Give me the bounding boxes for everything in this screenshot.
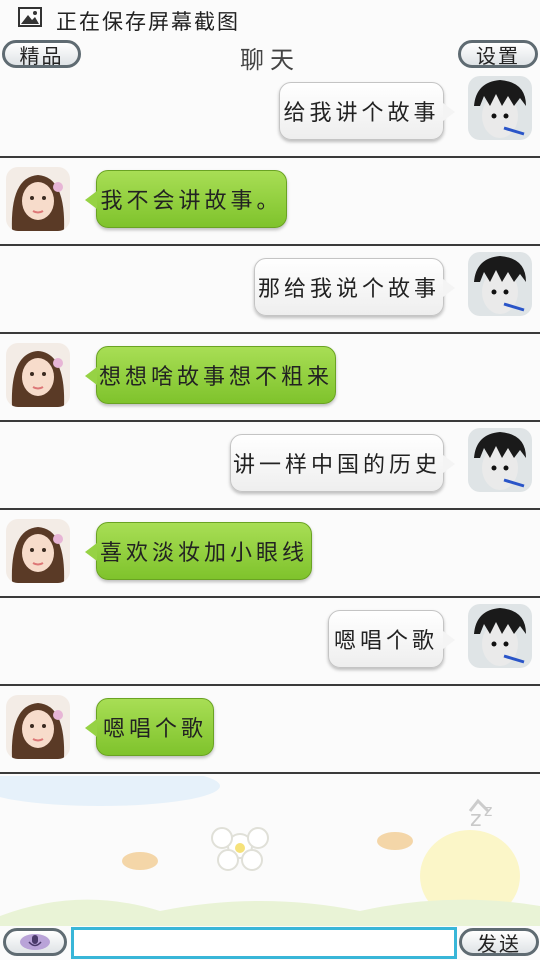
message-row: 想想啥故事想不粗来 [0,334,540,422]
voice-button[interactable] [3,928,67,956]
bot-message-bubble[interactable]: 我不会讲故事。 [85,170,287,228]
settings-button[interactable]: 设置 [458,40,538,68]
bot-avatar[interactable] [6,167,70,231]
message-row: 喜欢淡妆加小眼线 [0,510,540,598]
bot-message-bubble[interactable]: 想想啥故事想不粗来 [85,346,336,404]
svg-text:z: z [484,801,492,820]
status-text: 正在保存屏幕截图 [56,10,240,34]
bot-avatar[interactable] [6,695,70,759]
user-avatar[interactable] [468,76,532,140]
user-message-bubble[interactable]: 给我讲个故事 [279,82,455,140]
bot-avatar[interactable] [6,519,70,583]
microphone-icon [20,934,50,950]
bot-avatar[interactable] [6,343,70,407]
user-message-bubble[interactable]: 那给我说个故事 [254,258,455,316]
send-button[interactable]: 发送 [459,928,539,956]
message-row: 嗯唱个歌 [0,598,540,686]
status-bar: 正在保存屏幕截图 [0,0,540,38]
message-row: 我不会讲故事。 [0,158,540,246]
svg-text:z: z [470,807,482,832]
input-bar: 发送 [0,926,540,960]
message-input[interactable] [71,927,457,959]
header: 精品 聊天 设置 [0,38,540,74]
message-row: 给我讲个故事 [0,70,540,158]
user-avatar[interactable] [468,604,532,668]
user-message-bubble[interactable]: 嗯唱个歌 [328,610,455,668]
background-scenery: z z [0,776,540,926]
user-avatar[interactable] [468,252,532,316]
image-icon [18,7,42,27]
message-row: 嗯唱个歌 [0,686,540,774]
bot-message-bubble[interactable]: 嗯唱个歌 [85,698,214,756]
message-row: 那给我说个故事 [0,246,540,334]
user-avatar[interactable] [468,428,532,492]
bot-message-bubble[interactable]: 喜欢淡妆加小眼线 [85,522,312,580]
message-row: 讲一样中国的历史 [0,422,540,510]
user-message-bubble[interactable]: 讲一样中国的历史 [230,434,455,492]
